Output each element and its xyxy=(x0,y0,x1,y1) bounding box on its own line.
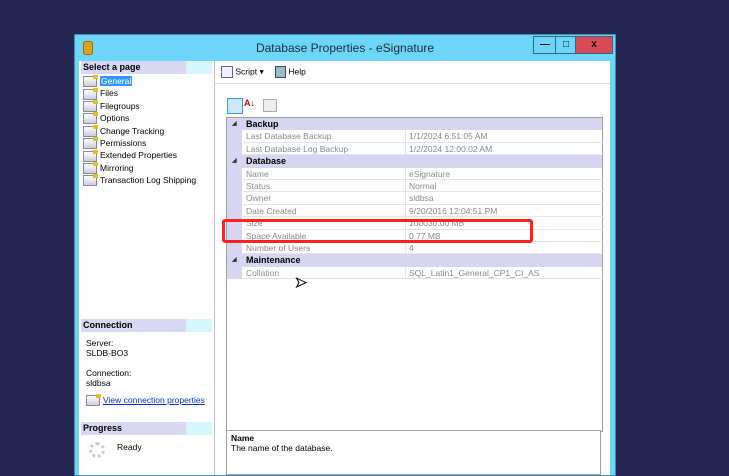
collapse-icon[interactable]: ◢ xyxy=(232,118,237,130)
property-row[interactable]: Date Created 9/20/2016 12:04:51 PM xyxy=(227,204,603,218)
connection-value: sldbsa xyxy=(86,378,111,388)
page-label: Options xyxy=(100,113,130,124)
property-value: 1/2/2024 12:00:02 AM xyxy=(405,142,603,156)
page-item-change-tracking[interactable]: Change Tracking xyxy=(83,124,165,137)
property-value: eSignature xyxy=(405,167,603,180)
page-label: Transaction Log Shipping xyxy=(100,175,197,186)
help-label: Help xyxy=(288,66,306,77)
minimize-button[interactable]: — xyxy=(533,36,557,54)
page-icon xyxy=(83,100,98,113)
page-item-permissions[interactable]: Permissions xyxy=(83,137,147,150)
progress-status: Ready xyxy=(117,442,142,452)
help-button[interactable]: Help xyxy=(275,66,306,78)
page-item-files[interactable]: Files xyxy=(83,87,118,100)
progress-spinner-icon xyxy=(89,442,105,458)
collapse-icon[interactable]: ◢ xyxy=(232,254,237,266)
description-text: The name of the database. xyxy=(231,443,333,453)
property-grid: ◢ Backup Last Database Backup 1/1/2024 6:51… xyxy=(226,117,603,432)
property-value: 4 xyxy=(405,242,603,255)
collapse-icon[interactable]: ◢ xyxy=(232,155,237,167)
page-item-general[interactable]: General xyxy=(83,75,133,88)
page-label: Change Tracking xyxy=(100,125,165,136)
server-value: SLDB-BO3 xyxy=(86,348,129,358)
property-row[interactable]: Number of Users 4 xyxy=(227,242,603,255)
property-value: Normal xyxy=(405,180,603,193)
page-item-options[interactable]: Options xyxy=(83,112,130,125)
property-name: Last Database Log Backup xyxy=(243,143,407,156)
property-row[interactable]: Last Database Log Backup 1/2/2024 12:00:0… xyxy=(227,142,603,156)
sort-alphabetical-icon[interactable]: A↓ xyxy=(244,98,255,108)
page-icon xyxy=(83,87,98,100)
page-item-transaction-log-shipping[interactable]: Transaction Log Shipping xyxy=(83,174,197,187)
page-icon xyxy=(83,112,98,125)
close-button[interactable]: x xyxy=(575,36,613,54)
page-label: Files xyxy=(100,88,118,99)
property-name: Status xyxy=(243,180,407,193)
property-row[interactable]: Owner sldbsa xyxy=(227,192,603,205)
highlight-box xyxy=(222,219,533,243)
property-name: Number of Users xyxy=(243,242,407,255)
property-row[interactable]: Status Normal xyxy=(227,180,603,193)
property-name: Owner xyxy=(243,192,407,205)
property-name: Name xyxy=(243,168,407,180)
script-label: Script xyxy=(235,66,258,77)
toolbar: Script ▾ Help xyxy=(215,61,610,84)
help-icon xyxy=(275,66,286,78)
category-label: Maintenance xyxy=(246,255,301,266)
page-icon xyxy=(83,75,98,88)
property-name: Collation xyxy=(243,267,407,280)
connection-properties-icon xyxy=(86,394,101,407)
property-pages-icon[interactable] xyxy=(263,99,277,112)
script-button[interactable]: Script ▾ xyxy=(221,66,264,78)
database-properties-window: Database Properties - eSignature — □ x S… xyxy=(74,34,616,476)
mouse-cursor-icon: ➤ xyxy=(295,274,308,291)
left-pane: Select a page General Files Filegroups Opti… xyxy=(79,61,215,475)
view-connection-properties-text[interactable]: View connection properties xyxy=(103,395,205,405)
page-icon xyxy=(83,137,98,150)
property-value: 9/20/2016 12:04:51 PM xyxy=(405,204,603,218)
page-label: General xyxy=(100,76,133,86)
page-icon xyxy=(83,162,98,175)
category-label: Backup xyxy=(246,119,279,129)
description-title: Name xyxy=(231,433,255,443)
property-name: Last Database Backup xyxy=(243,130,407,143)
category-backup[interactable]: ◢ Backup xyxy=(227,118,602,131)
property-row[interactable]: Last Database Backup 1/1/2024 6:51:05 AM xyxy=(227,130,603,143)
category-database[interactable]: ◢ Database xyxy=(227,155,602,168)
property-value: 1/1/2024 6:51:05 AM xyxy=(405,130,603,143)
page-icon xyxy=(83,149,98,162)
description-panel: Name The name of the database. xyxy=(226,430,601,475)
page-item-filegroups[interactable]: Filegroups xyxy=(83,100,140,113)
category-maintenance[interactable]: ◢ Maintenance xyxy=(227,254,602,267)
select-page-header: Select a page xyxy=(81,61,212,74)
dropdown-arrow-icon[interactable]: ▾ xyxy=(259,66,263,76)
category-label: Database xyxy=(246,156,287,167)
property-value: SQL_Latin1_General_CP1_CI_AS xyxy=(405,266,603,280)
view-connection-properties-link[interactable]: View connection properties xyxy=(86,394,205,407)
progress-header: Progress xyxy=(81,422,212,435)
page-label: Extended Properties xyxy=(100,150,178,161)
categorized-view-icon[interactable] xyxy=(227,98,243,114)
page-icon xyxy=(83,124,98,137)
property-row[interactable]: Collation SQL_Latin1_General_CP1_CI_AS xyxy=(227,266,603,280)
property-name: Date Created xyxy=(243,205,407,218)
page-label: Filegroups xyxy=(100,100,140,111)
page-label: Mirroring xyxy=(100,162,134,173)
page-item-mirroring[interactable]: Mirroring xyxy=(83,162,134,175)
connection-header: Connection xyxy=(81,319,212,332)
page-icon xyxy=(83,174,98,187)
property-value: sldbsa xyxy=(405,192,603,205)
property-row[interactable]: Name eSignature xyxy=(227,167,603,180)
script-icon xyxy=(221,66,233,78)
page-label: Permissions xyxy=(100,138,147,148)
page-item-extended-properties[interactable]: Extended Properties xyxy=(83,149,178,162)
maximize-button[interactable]: □ xyxy=(555,36,577,54)
